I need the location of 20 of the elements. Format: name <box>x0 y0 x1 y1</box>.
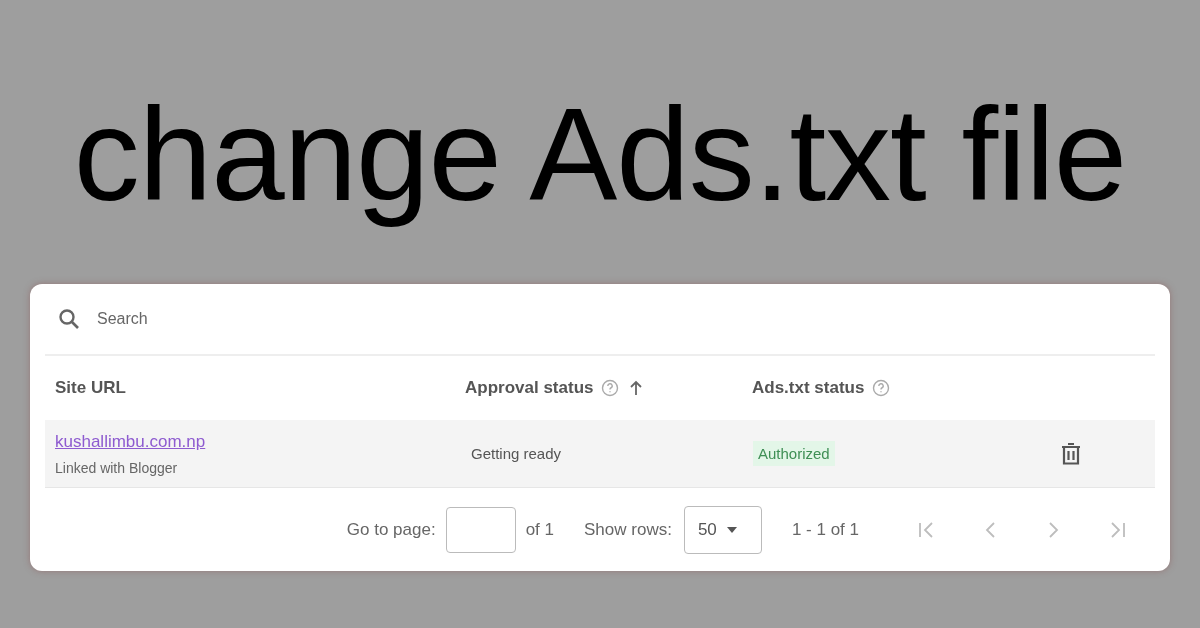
site-note: Linked with Blogger <box>55 459 178 476</box>
approval-status: Getting ready <box>471 445 562 462</box>
search-field[interactable]: Search <box>95 309 399 329</box>
caret-icon <box>726 526 737 533</box>
column-header[interactable]: Approval status <box>465 378 594 398</box>
help-icon[interactable] <box>601 379 620 397</box>
show-rows-label: Show rows: <box>584 519 672 540</box>
page-count: of 1 <box>525 519 554 540</box>
column-header[interactable]: Site URL <box>55 378 126 398</box>
column-header[interactable]: Ads.txt status <box>752 378 865 398</box>
headline: change Ads.txt file <box>73 80 1127 230</box>
status-chip: Authorized <box>753 441 835 466</box>
rows-dropdown[interactable]: 50 <box>683 505 762 554</box>
help-icon[interactable] <box>872 379 891 397</box>
page-field[interactable] <box>445 506 516 553</box>
go-to-page-label: Go to page: <box>346 519 436 540</box>
row-range: 1 - 1 of 1 <box>791 519 859 540</box>
site-link[interactable]: kushallimbu.com.np <box>55 431 206 452</box>
trash-icon[interactable] <box>1060 441 1082 466</box>
search-icon[interactable] <box>57 307 81 331</box>
